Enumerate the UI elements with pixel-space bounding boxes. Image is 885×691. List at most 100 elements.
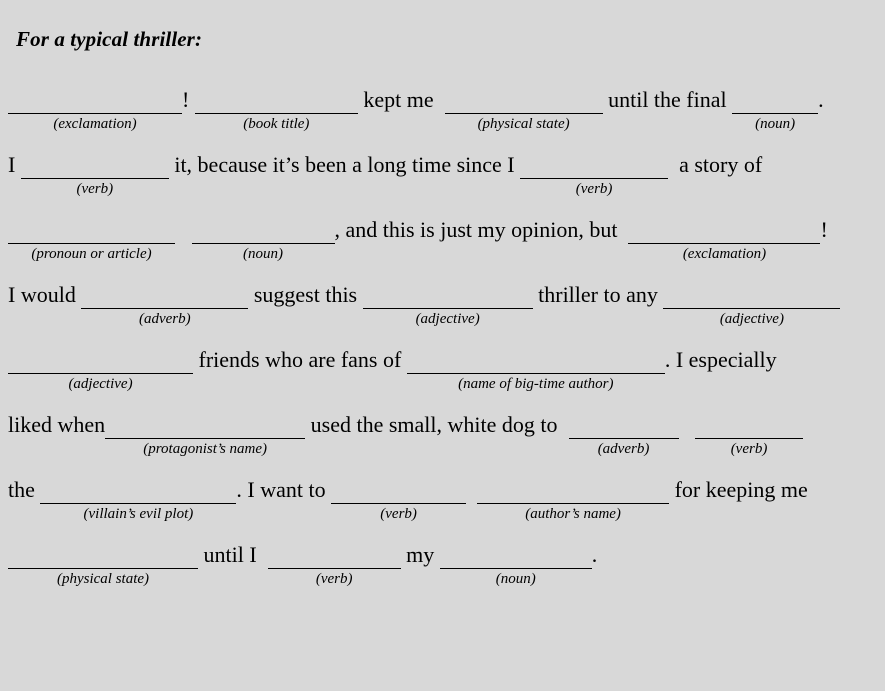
story-text: ! — [182, 87, 195, 112]
blank-field[interactable]: (noun) — [439, 543, 592, 589]
blank-hint-label: (verb) — [76, 181, 114, 197]
blank-hint-label: (verb) — [380, 506, 417, 522]
blank-field[interactable]: (verb) — [331, 478, 467, 524]
blank-write-line[interactable] — [81, 283, 249, 309]
blank-field[interactable]: (author’s name) — [477, 478, 670, 524]
story-text — [679, 411, 696, 459]
blank-hint-label: (verb) — [730, 441, 768, 457]
story-body: (exclamation)! (book title) kept me (phy… — [8, 78, 875, 589]
story-text: kept me — [357, 87, 445, 112]
story-line: (physical state) until I (verb) my (noun… — [8, 533, 875, 589]
blank-field[interactable]: (noun) — [732, 88, 819, 134]
blank-field[interactable]: (book title) — [194, 88, 358, 134]
story-text: liked when — [8, 412, 106, 437]
story-text: a story of — [668, 152, 763, 177]
blank-hint-label: (protagonist’s name) — [143, 441, 268, 457]
blank-hint-label: (adjective) — [68, 376, 133, 392]
blank-write-line[interactable] — [695, 413, 804, 439]
blank-field[interactable]: (protagonist’s name) — [105, 413, 306, 459]
blank-hint-label: (physical state) — [56, 571, 150, 587]
blank-hint-label: (verb) — [575, 181, 613, 197]
blank-write-line[interactable] — [105, 413, 306, 439]
blank-field[interactable]: (pronoun or article) — [8, 218, 175, 264]
blank-hint-label: (adjective) — [719, 311, 784, 327]
blank-write-line[interactable] — [8, 348, 193, 374]
blank-field[interactable]: (adverb) — [81, 283, 249, 329]
blank-hint-label: (book title) — [243, 116, 310, 132]
blank-hint-label: (exclamation) — [53, 116, 137, 132]
story-text: used the small, white dog to — [305, 412, 569, 437]
blank-field[interactable]: (physical state) — [444, 88, 603, 134]
blank-write-line[interactable] — [628, 218, 821, 244]
story-text: suggest this — [248, 282, 363, 307]
blank-field[interactable]: (adjective) — [663, 283, 841, 329]
blank-field[interactable]: (verb) — [20, 153, 169, 199]
story-text: thriller to any — [532, 282, 664, 307]
blank-write-line[interactable] — [406, 348, 665, 374]
story-line: liked when (protagonist’s name) used the … — [8, 403, 875, 459]
blank-write-line[interactable] — [439, 543, 592, 569]
story-text: the — [8, 477, 41, 502]
blank-field[interactable]: (exclamation) — [8, 88, 182, 134]
blank-write-line[interactable] — [194, 88, 358, 114]
story-line: (pronoun or article) (noun) , and this is… — [8, 208, 875, 264]
story-text: friends who are fans of — [193, 347, 407, 372]
blank-hint-label: (adverb) — [139, 311, 191, 327]
story-text: for keeping me — [669, 477, 808, 502]
story-text: . — [591, 542, 598, 567]
story-line: I would (adverb) suggest this (adjective… — [8, 273, 875, 329]
blank-write-line[interactable] — [191, 218, 335, 244]
blank-field[interactable]: (verb) — [520, 153, 669, 199]
blank-field[interactable]: (adjective) — [362, 283, 533, 329]
blank-write-line[interactable] — [8, 218, 175, 244]
blank-field[interactable]: (verb) — [695, 413, 804, 459]
story-line: (exclamation)! (book title) kept me (phy… — [8, 78, 875, 134]
blank-write-line[interactable] — [444, 88, 603, 114]
story-text: it, because it’s been a long time since … — [168, 152, 521, 177]
blank-write-line[interactable] — [732, 88, 819, 114]
blank-hint-label: (noun) — [495, 571, 536, 587]
blank-hint-label: (villain’s evil plot) — [83, 506, 194, 522]
blank-write-line[interactable] — [8, 88, 182, 114]
blank-field[interactable]: (verb) — [267, 543, 401, 589]
blank-field[interactable]: (villain’s evil plot) — [40, 478, 237, 524]
story-text: . I especially — [664, 347, 777, 372]
blank-hint-label: (physical state) — [477, 116, 570, 132]
blank-hint-label: (adverb) — [597, 441, 650, 457]
story-text: ! — [820, 217, 828, 242]
blank-field[interactable]: (noun) — [191, 218, 335, 264]
blank-write-line[interactable] — [8, 543, 198, 569]
blank-hint-label: (noun) — [243, 246, 283, 262]
story-text: until the final — [602, 87, 733, 112]
blank-field[interactable]: (adverb) — [568, 413, 679, 459]
blank-field[interactable]: (exclamation) — [628, 218, 821, 264]
blank-write-line[interactable] — [40, 478, 237, 504]
blank-write-line[interactable] — [568, 413, 679, 439]
blank-write-line[interactable] — [362, 283, 533, 309]
worksheet-page: For a typical thriller: (exclamation)! (… — [0, 0, 885, 691]
blank-hint-label: (verb) — [315, 571, 353, 587]
blank-hint-label: (author’s name) — [525, 506, 621, 522]
blank-write-line[interactable] — [20, 153, 169, 179]
story-line: I (verb) it, because it’s been a long ti… — [8, 143, 875, 199]
story-text: . — [818, 87, 824, 112]
story-text: I — [8, 152, 21, 177]
blank-hint-label: (adjective) — [415, 311, 480, 327]
blank-field[interactable]: (physical state) — [8, 543, 198, 589]
blank-hint-label: (name of big-time author) — [458, 376, 614, 392]
blank-field[interactable]: (name of big-time author) — [406, 348, 665, 394]
blank-write-line[interactable] — [477, 478, 670, 504]
blank-write-line[interactable] — [663, 283, 841, 309]
story-line: the (villain’s evil plot) . I want to (ve… — [8, 468, 875, 524]
blank-write-line[interactable] — [520, 153, 669, 179]
blank-field[interactable]: (adjective) — [8, 348, 193, 394]
story-text: , and this is just my opinion, but — [334, 217, 629, 242]
blank-hint-label: (exclamation) — [682, 246, 767, 262]
blank-write-line[interactable] — [331, 478, 467, 504]
story-text: I would — [8, 282, 82, 307]
story-text: . I want to — [236, 477, 332, 502]
blank-hint-label: (noun) — [755, 116, 796, 132]
blank-hint-label: (pronoun or article) — [31, 246, 152, 262]
story-text: my — [400, 542, 440, 567]
blank-write-line[interactable] — [267, 543, 401, 569]
